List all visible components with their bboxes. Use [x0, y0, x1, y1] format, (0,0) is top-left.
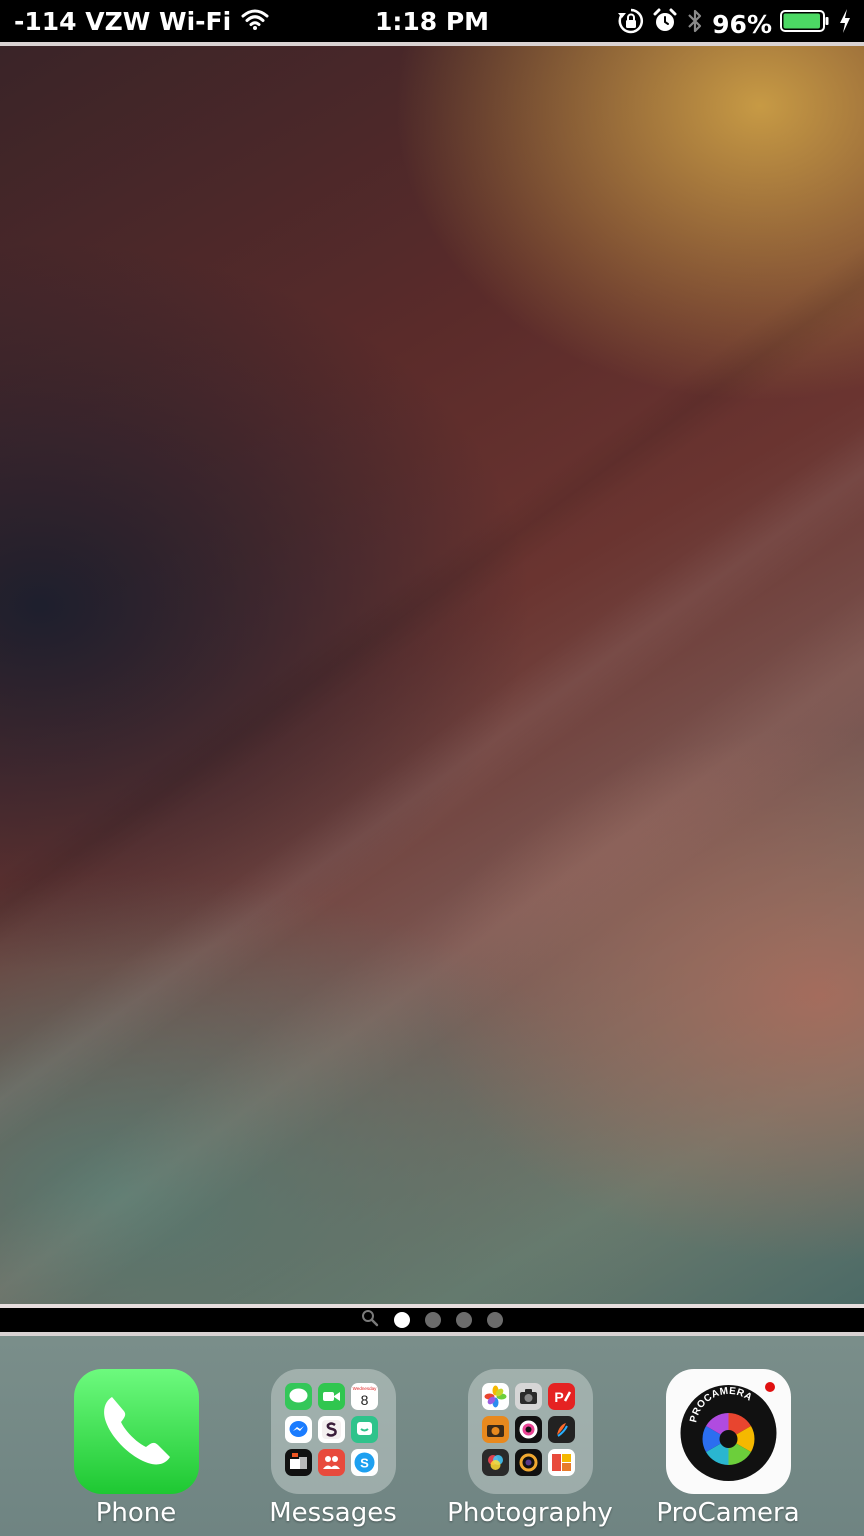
svg-text:P: P	[554, 1389, 563, 1405]
photos-icon	[481, 1383, 509, 1410]
home-wallpaper	[0, 46, 864, 1304]
family-icon	[317, 1449, 345, 1476]
battery-percent: 96%	[712, 9, 772, 39]
dock-folder-photography[interactable]: P Photography	[440, 1369, 620, 1528]
alarm-icon	[652, 8, 678, 40]
dock-app-procamera[interactable]: PROCAMERA ProCamera	[638, 1369, 818, 1528]
messenger-icon	[284, 1416, 312, 1443]
collage-app-icon	[547, 1449, 575, 1476]
clock-time: 1:18 PM	[374, 7, 490, 36]
calendar-day: 8	[360, 1392, 368, 1408]
page-indicator[interactable]	[0, 1308, 864, 1332]
halide-icon	[514, 1449, 542, 1476]
carrier-label: -114 VZW Wi-Fi	[14, 7, 232, 36]
folder-icon[interactable]: P	[467, 1369, 593, 1494]
dock-app-label: Phone	[95, 1498, 177, 1528]
dock-app-phone[interactable]: Phone	[46, 1369, 226, 1528]
skype-icon: S	[350, 1449, 378, 1476]
charging-bolt-icon	[838, 8, 852, 40]
camera-plus-icon	[481, 1416, 509, 1443]
office-lens-icon	[284, 1449, 312, 1476]
groupme-icon	[350, 1416, 378, 1443]
phone-icon[interactable]	[73, 1369, 199, 1494]
adobe-post-icon: P	[547, 1383, 575, 1410]
calendar-weekday: Wednesday	[352, 1386, 376, 1391]
spotlight-search-icon[interactable]	[361, 1309, 379, 1332]
dock-app-label: Messages	[269, 1498, 397, 1528]
battery-icon	[780, 9, 830, 39]
page-dot[interactable]	[487, 1312, 503, 1328]
procamera-icon[interactable]: PROCAMERA	[665, 1369, 791, 1494]
camera-icon	[514, 1383, 542, 1410]
calendar-icon: Wednesday 8	[350, 1383, 378, 1410]
dock-app-label: Photography	[447, 1498, 613, 1528]
page-dot[interactable]	[425, 1312, 441, 1328]
page-dot[interactable]	[394, 1312, 410, 1328]
facetime-icon	[317, 1383, 345, 1410]
slack-icon	[317, 1416, 345, 1443]
filter-app-icon	[481, 1449, 509, 1476]
dock: Phone Wednesday 8 S Messages P Photograp…	[0, 1336, 864, 1536]
status-bar: -114 VZW Wi-Fi 1:18 PM 96%	[0, 0, 864, 42]
dock-app-label: ProCamera	[656, 1498, 800, 1528]
folder-icon[interactable]: Wednesday 8 S	[270, 1369, 396, 1494]
messages-icon	[284, 1383, 312, 1410]
lens-app-icon	[514, 1416, 542, 1443]
pencil-app-icon	[547, 1416, 575, 1443]
bluetooth-icon	[686, 7, 704, 41]
svg-text:S: S	[360, 1456, 369, 1471]
dock-folder-messages[interactable]: Wednesday 8 S Messages	[243, 1369, 423, 1528]
wifi-icon	[241, 7, 269, 36]
orientation-lock-icon	[618, 8, 644, 40]
page-dot[interactable]	[456, 1312, 472, 1328]
